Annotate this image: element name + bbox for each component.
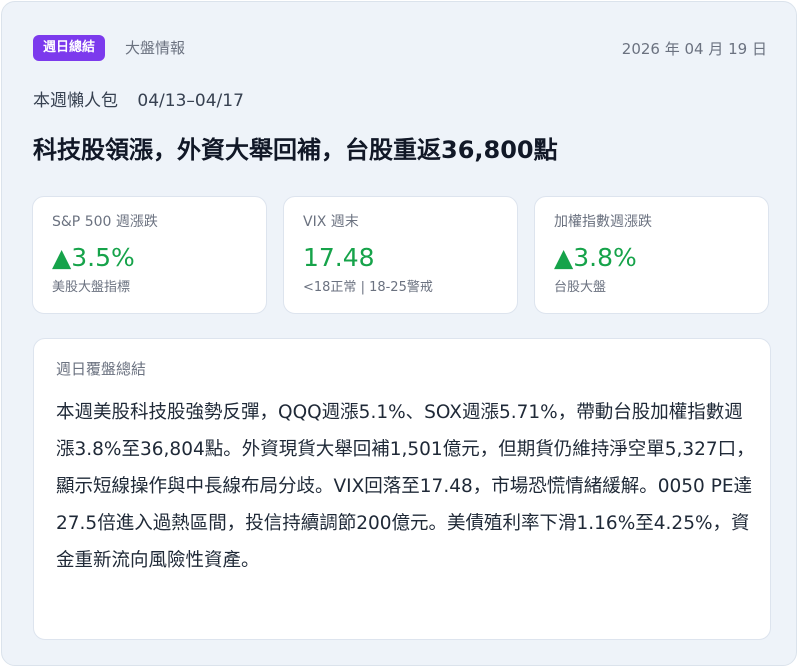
metric-card-vix: VIX 週末 17.48 <18正常 | 18-25警戒	[283, 196, 518, 314]
recap-body: 本週美股科技股強勢反彈，QQQ週漲5.1%、SOX週漲5.71%，帶動台股加權指…	[56, 402, 755, 571]
metric-value: ▲3.5%	[52, 243, 135, 272]
weekly-summary-badge: 週日總結	[33, 35, 106, 61]
metric-label: 加權指數週漲跌	[554, 214, 652, 230]
recap-label: 週日覆盤總結	[56, 360, 147, 378]
card-header: 週日總結 大盤情報 2026 年 04 月 19 日	[33, 35, 767, 61]
metric-value: 17.48	[303, 243, 375, 272]
metric-subtitle: 美股大盤指標	[52, 280, 131, 295]
metric-value: ▲3.8%	[554, 243, 637, 272]
weekly-digest: 本週懶人包 04/13–04/17	[33, 90, 244, 112]
category-label: 大盤情報	[125, 39, 186, 57]
weekly-recap-panel: 週日覆盤總結 本週美股科技股強勢反彈，QQQ週漲5.1%、SOX週漲5.71%，…	[33, 338, 771, 640]
metric-subtitle: <18正常 | 18-25警戒	[303, 280, 433, 295]
metric-card-taiex: 加權指數週漲跌 ▲3.8% 台股大盤	[534, 196, 769, 314]
headline: 科技股領漲，外資大舉回補，台股重返36,800點	[33, 136, 558, 164]
metric-label: VIX 週末	[303, 214, 359, 230]
metric-subtitle: 台股大盤	[554, 280, 607, 295]
report-date: 2026 年 04 月 19 日	[621, 40, 767, 58]
metric-card-sp500: S&P 500 週漲跌 ▲3.5% 美股大盤指標	[32, 196, 267, 314]
digest-label: 本週懶人包	[33, 91, 118, 111]
metric-label: S&P 500 週漲跌	[52, 214, 158, 230]
weekly-summary-card: 週日總結 大盤情報 2026 年 04 月 19 日 本週懶人包 04/13–0…	[1, 1, 797, 666]
digest-date-range: 04/13–04/17	[137, 91, 244, 111]
